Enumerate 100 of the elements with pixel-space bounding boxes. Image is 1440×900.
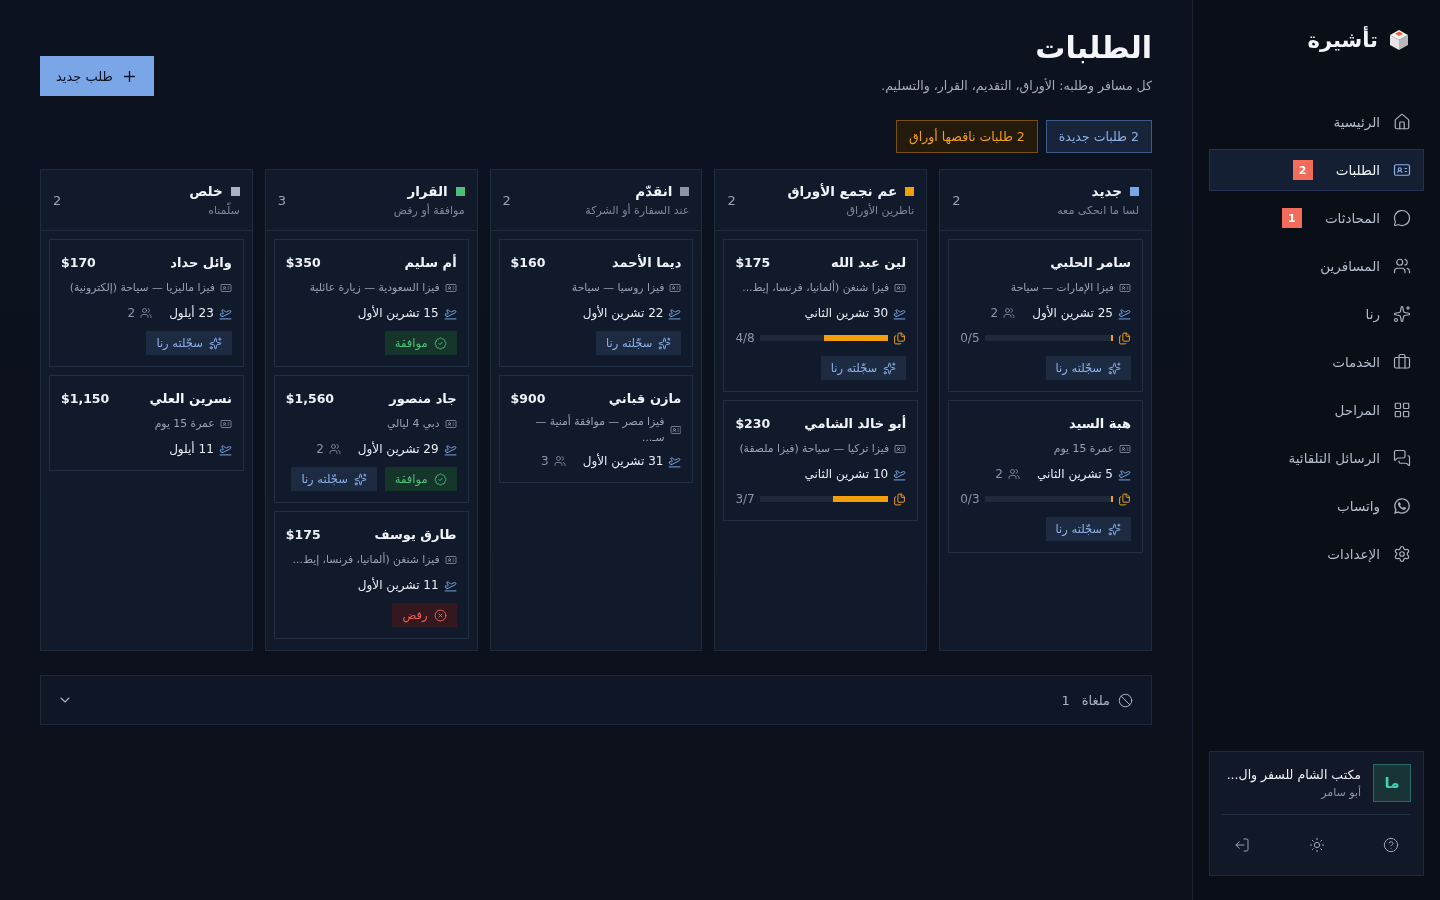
id-card-icon xyxy=(669,424,682,436)
plane-icon xyxy=(668,306,682,320)
sparkle-icon xyxy=(353,472,367,486)
price-text: $350 xyxy=(285,254,321,270)
traveler-name: لين عبد الله xyxy=(831,254,907,270)
new-request-button[interactable]: طلب جديد xyxy=(40,56,154,96)
sidebar-item[interactable]: الخدمات xyxy=(1209,341,1424,383)
sidebar-item[interactable]: الرسائل التلقائية xyxy=(1209,437,1424,479)
plane-icon xyxy=(668,454,682,468)
help-icon xyxy=(1383,837,1399,853)
office-avatar: ما xyxy=(1373,764,1411,802)
tag-label: موافقة xyxy=(394,472,428,486)
price-text: $175 xyxy=(285,526,321,542)
page-title: الطلبات xyxy=(1034,29,1152,67)
traveler-name: مازن قباني xyxy=(608,390,682,406)
count-badge: 2 xyxy=(1292,160,1313,180)
ban-icon xyxy=(1118,692,1133,708)
progress-text: 0/5 xyxy=(960,331,980,345)
traveler-count: 2 xyxy=(995,467,1003,481)
column-subtitle: لسا ما انحكى معه xyxy=(1057,203,1139,219)
user-name: أبو سامر xyxy=(1319,786,1361,799)
traveler-name: وائل حداد xyxy=(170,254,232,270)
id-card-icon xyxy=(894,282,907,294)
home-icon xyxy=(1393,113,1411,131)
sparkle-icon xyxy=(658,336,672,350)
price-text: $170 xyxy=(61,254,96,270)
sidebar-item[interactable]: الرئيسية xyxy=(1209,101,1424,143)
progress-text: 4/8 xyxy=(735,331,755,345)
plane-icon xyxy=(443,306,457,320)
plane-icon xyxy=(218,442,232,456)
tag-label: سجّلته رنا xyxy=(156,336,203,350)
count-badge: 1 xyxy=(1281,208,1302,228)
users-icon xyxy=(1003,307,1016,319)
users-icon xyxy=(140,307,153,319)
visa-text: عمرة 15 يوم xyxy=(1053,441,1114,457)
traveler-name: جاد منصور xyxy=(389,390,457,406)
logout-icon xyxy=(1234,837,1250,853)
chat-bubbles-icon xyxy=(1393,449,1411,467)
travel-date: 11 أيلول xyxy=(169,442,214,456)
documents-icon xyxy=(893,492,907,506)
missing-documents-filter[interactable]: 2 طلبات ناقصها أوراق xyxy=(896,120,1038,153)
column-title: خلص xyxy=(189,182,223,201)
x-circle-icon xyxy=(433,608,447,622)
new-requests-filter[interactable]: 2 طلبات جديدة xyxy=(1045,120,1152,153)
price-text: $1,150 xyxy=(61,390,110,406)
traveler-name: طارق يوسف xyxy=(374,526,457,542)
traveler-count: 3 xyxy=(541,454,549,468)
visa-text: فيزا الإمارات — سياحة xyxy=(1010,280,1114,296)
travel-date: 11 تشرين الأول xyxy=(357,578,439,592)
column-title: القرار xyxy=(407,182,448,201)
traveler-name: أبو خالد الشامي xyxy=(804,415,907,431)
sidebar-item[interactable]: واتساب xyxy=(1209,485,1424,527)
documents-icon xyxy=(1118,331,1131,345)
users-icon xyxy=(1007,468,1020,480)
sidebar-item[interactable]: رنا xyxy=(1209,293,1424,335)
traveler-count: 2 xyxy=(127,306,136,320)
documents-icon xyxy=(1118,492,1131,506)
price-text: $230 xyxy=(735,415,771,431)
traveler-name: سامر الحلبي xyxy=(1050,254,1131,270)
plane-icon xyxy=(1118,306,1131,320)
id-card-icon xyxy=(219,282,232,294)
progress-text: 3/7 xyxy=(735,492,755,506)
chat-bubble-icon xyxy=(1393,209,1411,227)
sparkle-icon xyxy=(883,361,897,375)
traveler-count: 2 xyxy=(990,306,999,320)
traveler-name: ديما الأحمد xyxy=(612,254,682,270)
travel-date: 23 أيلول xyxy=(169,306,214,320)
price-text: $175 xyxy=(735,254,771,270)
sparkle-icon xyxy=(1108,522,1121,536)
documents-icon xyxy=(893,331,907,345)
visa-text: عمرة 15 يوم xyxy=(154,416,215,432)
travel-date: 5 تشرين الثاني xyxy=(1036,467,1113,481)
grid-icon xyxy=(1393,401,1411,419)
visa-text: فيزا شنغن (ألمانيا، فرنسا، إيط... xyxy=(742,280,890,296)
traveler-name: نسرين العلي xyxy=(149,390,232,406)
column-title: انقدّم xyxy=(635,182,673,201)
price-text: $1,560 xyxy=(285,390,335,406)
id-card-icon xyxy=(444,554,457,566)
column-title: عم نجمع الأوراق xyxy=(787,182,898,201)
plane-icon xyxy=(893,306,907,320)
plane-icon xyxy=(443,442,457,456)
visa-text: فيزا روسيا — سياحة xyxy=(571,280,665,296)
tag-label: سجّلته رنا xyxy=(606,336,653,350)
column-subtitle: سلّمناه xyxy=(207,202,240,219)
progress-text: 0/3 xyxy=(960,492,980,506)
visa-text: فيزا ماليزيا — سياحة (إلكترونية) xyxy=(69,280,215,296)
sidebar-item[interactable]: المراحل xyxy=(1209,389,1424,431)
traveler-count: 2 xyxy=(316,442,324,456)
sidebar-item[interactable]: المسافرين xyxy=(1209,245,1424,287)
id-card-icon xyxy=(1393,161,1411,179)
tag-label: رفض xyxy=(402,608,428,622)
tag-label: سجّلته رنا xyxy=(1055,522,1102,536)
office-name: مكتب الشام للسفر وال... xyxy=(1226,767,1361,782)
price-text: $160 xyxy=(510,254,546,270)
traveler-name: أم سليم xyxy=(404,254,457,270)
sidebar-item[interactable]: الإعدادات xyxy=(1209,533,1424,575)
plane-icon xyxy=(443,578,457,592)
travel-date: 25 تشرين الأول xyxy=(1032,306,1113,320)
column-subtitle: موافقة أو رفض xyxy=(393,202,465,219)
travel-date: 30 تشرين الثاني xyxy=(804,306,889,320)
